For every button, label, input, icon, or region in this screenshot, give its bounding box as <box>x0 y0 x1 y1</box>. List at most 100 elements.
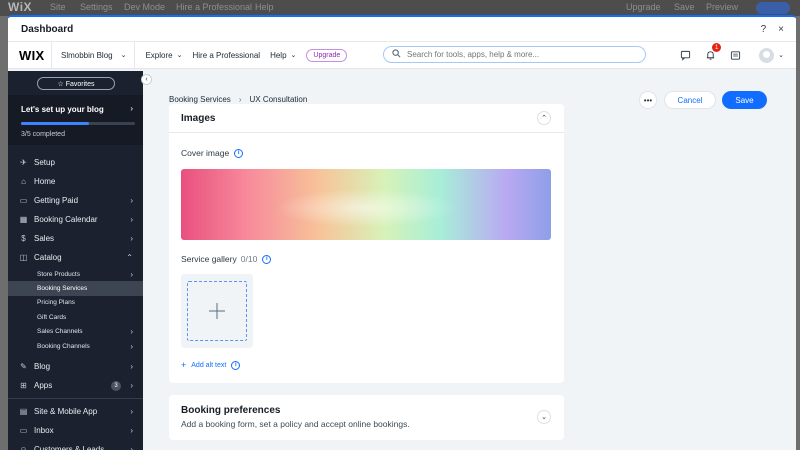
plus-icon: + <box>181 360 187 370</box>
chevron-down-icon: ⌄ <box>290 52 297 59</box>
sidebar-subitem-pricing-plans[interactable]: Pricing Plans <box>8 296 143 310</box>
sidebar-subitem-gift-cards[interactable]: Gift Cards <box>8 310 143 324</box>
people-icon: ☺ <box>19 445 28 450</box>
sidebar-item-label: Site & Mobile App <box>34 407 98 417</box>
app-top-bar: WIX Slmobbin Blog ⌄ Explore ⌄ Hire a Pro… <box>8 41 796 69</box>
info-icon[interactable]: i <box>262 254 272 264</box>
sidebar-item-site-mobile-app[interactable]: ▤ Site & Mobile App › <box>8 402 143 421</box>
cover-image-label-row: Cover image i <box>181 148 244 158</box>
nav-hire-professional[interactable]: Hire a Professional <box>192 51 260 60</box>
sidebar-item-label: Sales <box>34 234 55 243</box>
background-upgrade: Upgrade <box>626 2 661 12</box>
nav-explore[interactable]: Explore ⌄ <box>145 51 182 60</box>
save-button[interactable]: Save <box>722 91 767 109</box>
background-save: Save <box>674 2 695 12</box>
sidebar-item-sales[interactable]: $ Sales › <box>8 229 143 248</box>
sidebar-item-label: Inbox <box>34 426 54 436</box>
avatar[interactable] <box>759 47 775 63</box>
info-icon[interactable]: i <box>231 360 241 370</box>
site-selector[interactable]: Slmobbin Blog ⌄ <box>51 41 136 69</box>
dashboard-modal: Dashboard ? × WIX Slmobbin Blog ⌄ Explor… <box>8 15 796 450</box>
sidebar-item-blog[interactable]: ✎ Blog › <box>8 357 143 376</box>
sidebar-item-label: Setup <box>34 158 55 167</box>
add-alt-text-label: Add alt text <box>191 361 227 369</box>
chevron-right-icon: › <box>130 381 133 391</box>
sidebar-item-apps[interactable]: ⊞ Apps 3 › <box>8 376 143 395</box>
sidebar-item-label: Booking Calendar <box>34 215 98 224</box>
sidebar-item-setup[interactable]: ✈ Setup <box>8 153 143 172</box>
sidebar-item-label: Catalog <box>34 253 62 262</box>
booking-preferences-card: Booking preferences Add a booking form, … <box>169 395 564 440</box>
updates-icon[interactable] <box>727 47 743 63</box>
sidebar-subitem-label: Booking Channels <box>37 342 90 350</box>
cancel-button[interactable]: Cancel <box>664 91 716 109</box>
cover-image[interactable] <box>181 169 551 240</box>
breadcrumb: Booking Services › UX Consultation <box>169 95 307 104</box>
wix-logo[interactable]: WIX <box>19 48 51 63</box>
chevron-down-icon: ⌄ <box>120 52 127 59</box>
wallet-icon: ▭ <box>19 196 28 205</box>
plus-icon <box>209 303 225 319</box>
sidebar-item-customers-leads[interactable]: ☺ Customers & Leads › <box>8 440 143 450</box>
sidebar-nav: ✈ Setup ⌂ Home ▭ Getting Paid › ▦ Booking Calend… <box>8 153 143 450</box>
nav-hire-label: Hire a Professional <box>192 50 261 60</box>
favorites-button[interactable]: ☆ Favorites <box>37 77 115 90</box>
nav-help[interactable]: Help ⌄ <box>270 51 296 60</box>
breadcrumb-current: UX Consultation <box>249 95 308 104</box>
notifications-bell-icon[interactable]: 1 <box>702 43 722 63</box>
setup-progress-card[interactable]: Let's set up your blog › 3/5 completed <box>8 95 143 145</box>
expand-chevron-down-icon[interactable]: ⌄ <box>537 410 551 424</box>
sidebar-subitem-booking-services[interactable]: Booking Services <box>8 281 143 296</box>
setup-title: Let's set up your blog <box>21 105 104 114</box>
apps-count-badge: 3 <box>111 380 121 391</box>
sidebar-collapse-button[interactable]: ‹ <box>141 74 152 85</box>
search-input[interactable] <box>407 50 637 59</box>
chevron-right-icon: › <box>130 445 133 450</box>
breadcrumb-booking-services[interactable]: Booking Services <box>169 95 231 104</box>
service-gallery-label-row: Service gallery 0/10 i <box>181 254 272 264</box>
background-menu-help: Help <box>255 2 274 12</box>
sidebar-item-catalog[interactable]: ◫ Catalog ⌃ <box>8 248 143 267</box>
more-actions-button[interactable]: ••• <box>639 91 657 109</box>
chevron-right-icon: › <box>130 196 133 205</box>
sidebar-subitem-booking-channels[interactable]: Booking Channels › <box>8 339 143 353</box>
gallery-upload-tile <box>181 274 253 348</box>
sidebar-item-getting-paid[interactable]: ▭ Getting Paid › <box>8 191 143 210</box>
inbox-icon: ▭ <box>19 426 28 436</box>
chevron-right-icon: › <box>130 341 133 351</box>
chevron-down-icon[interactable]: ⌄ <box>778 51 784 59</box>
modal-title: Dashboard <box>21 23 74 35</box>
chevron-right-icon: › <box>130 269 133 279</box>
help-icon[interactable]: ? <box>761 24 767 35</box>
add-image-button[interactable] <box>187 281 247 341</box>
chevron-right-icon: › <box>130 362 133 372</box>
background-menu-site: Site <box>50 2 66 12</box>
sidebar-subitem-label: Booking Services <box>37 285 88 293</box>
chat-icon[interactable] <box>677 47 693 63</box>
background-menu-devmode: Dev Mode <box>124 2 166 12</box>
search-bar[interactable] <box>383 46 646 63</box>
layout-icon: ▤ <box>19 407 28 417</box>
search-icon <box>392 49 401 60</box>
info-icon[interactable]: i <box>234 148 244 158</box>
sidebar-item-label: Home <box>34 177 56 186</box>
service-gallery-label: Service gallery <box>181 254 237 264</box>
calendar-icon: ▦ <box>19 215 28 224</box>
box-icon: ◫ <box>19 253 28 262</box>
background-menu-settings: Settings <box>80 2 113 12</box>
site-name: Slmobbin Blog <box>61 50 113 60</box>
setup-progress-fill <box>21 122 90 125</box>
chevron-right-icon: › <box>130 234 133 243</box>
collapse-chevron-up-icon[interactable]: ⌃ <box>537 111 551 125</box>
sidebar-subitem-sales-channels[interactable]: Sales Channels › <box>8 325 143 339</box>
add-alt-text-link[interactable]: + Add alt text i <box>181 360 241 370</box>
setup-progress-label: 3/5 completed <box>21 131 65 138</box>
close-icon[interactable]: × <box>778 24 784 35</box>
sidebar-item-home[interactable]: ⌂ Home <box>8 172 143 191</box>
sidebar: ☆ Favorites Let's set up your blog › 3/5… <box>8 71 143 450</box>
upgrade-button[interactable]: Upgrade <box>306 48 348 62</box>
sidebar-item-booking-calendar[interactable]: ▦ Booking Calendar › <box>8 210 143 229</box>
sidebar-item-inbox[interactable]: ▭ Inbox › <box>8 421 143 440</box>
sidebar-subitem-store-products[interactable]: Store Products › <box>8 267 143 281</box>
sidebar-subitem-label: Store Products <box>37 270 80 278</box>
